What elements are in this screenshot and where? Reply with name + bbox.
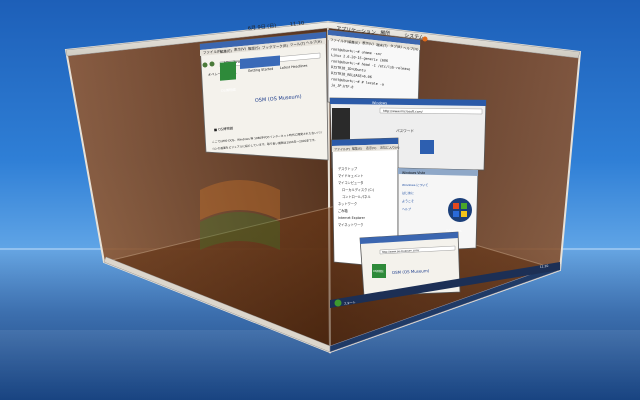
tree-item-local-disk[interactable]: ローカルディスク (C:) [342, 187, 374, 192]
small-osm-logo-small: OS博物館 [373, 269, 384, 273]
explorer-menu-view[interactable]: 表示(V) [366, 145, 376, 150]
tree-item-network[interactable]: ネットワーク [338, 201, 357, 206]
tree-item-documents[interactable]: マイドキュメント [338, 173, 364, 178]
tree-item-ie[interactable]: Internet Explorer [338, 216, 366, 220]
windows-dialog-logo-icon [420, 140, 434, 154]
browser-window[interactable]: ファイル(F) 編集(E) 表示(V) 履歴(S) ブックマーク(B) ツール(… [199, 31, 329, 161]
tree-item-computer[interactable]: マイコンピュータ [338, 180, 364, 185]
explorer-menu-file[interactable]: ファイル(F) [334, 146, 350, 151]
panel-firefox-icon[interactable] [422, 36, 428, 42]
vista-title: Windows Vista [402, 171, 425, 175]
terminal-window[interactable]: ファイル(F) 編集(E) 表示(V) 端末(T) タブ(B) ヘルプ(H) r… [327, 29, 421, 109]
windows-dialog-address-text: http://www.microsoft.com/ [383, 109, 424, 114]
explorer-menu-favorites[interactable]: お気に入り(A) [380, 145, 399, 150]
back-button-icon[interactable] [202, 62, 208, 68]
windows-dialog-label: パスワード [396, 128, 414, 133]
tree-item-desktop[interactable]: デスクトップ [338, 166, 358, 171]
vista-windows-logo-icon [448, 198, 472, 222]
explorer-menu-edit[interactable]: 編集(E) [352, 146, 362, 151]
vista-link-start[interactable]: はじめに [402, 190, 414, 195]
vista-link-help[interactable]: ヘルプ [402, 206, 411, 211]
forward-button-icon[interactable] [209, 61, 215, 67]
vista-link-welcome[interactable]: ようこそ [402, 198, 414, 203]
tree-item-my-network[interactable]: マイネットワーク [338, 222, 364, 227]
tree-item-control-panel[interactable]: コントロールパネル [342, 194, 371, 199]
vista-link-about[interactable]: Windows について [402, 183, 428, 187]
tree-item-recycle[interactable]: ごみ箱 [338, 208, 348, 213]
windows-dialog-title: Windows [372, 101, 387, 105]
start-button-icon[interactable] [334, 299, 342, 307]
desktop-cube: 6月 9日 (日) 11:10 アプリケーション 場所 システム ファイル(F)… [64, 21, 582, 354]
